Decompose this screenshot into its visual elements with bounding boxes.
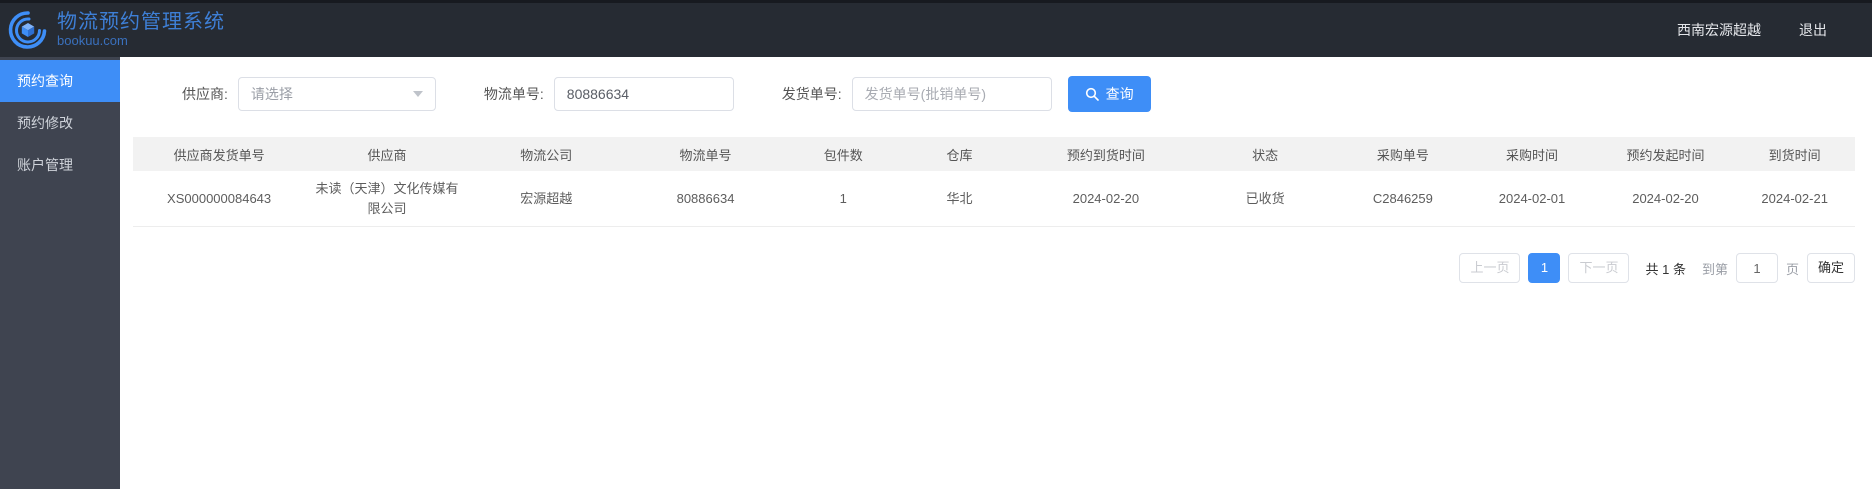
shipment-no-label: 发货单号: [781, 86, 842, 102]
table-cell: XS000000084643 [133, 171, 306, 227]
chevron-down-icon [412, 91, 423, 97]
sidebar: 预约查询 预约修改 账户管理 [0, 57, 120, 489]
logistics-no-input[interactable] [553, 77, 734, 111]
table-cell: 宏源超越 [468, 171, 624, 227]
header-cell: 采购单号 [1338, 137, 1468, 171]
pagination-page-1[interactable]: 1 [1528, 253, 1561, 283]
header-cell: 到货时间 [1734, 137, 1855, 171]
sidebar-item-reservation-query[interactable]: 预约查询 [0, 60, 120, 102]
table-cell: 80886634 [623, 171, 788, 227]
sidebar-item-reservation-modify[interactable]: 预约修改 [0, 102, 120, 144]
table-row: XS000000084643 未读（天津）文化传媒有限公司 宏源超越 80886… [133, 171, 1855, 227]
table-header-row: 供应商发货单号 供应商 物流公司 物流单号 包件数 仓库 预约到货时间 状态 采… [133, 137, 1855, 171]
app-subtitle: bookuu.com [57, 33, 128, 49]
header-right: 西南宏源超越 退出 [1677, 20, 1827, 40]
table-cell: 未读（天津）文化传媒有限公司 [305, 171, 469, 227]
table-cell: 华北 [899, 171, 1020, 227]
header-cell: 预约到货时间 [1019, 137, 1192, 171]
logout-button[interactable]: 退出 [1799, 20, 1827, 40]
table-cell: 已收货 [1191, 171, 1339, 227]
main-content: 供应商: 请选择 物流单号: 发货单号: 查询 供应商发货 [120, 57, 1872, 489]
brand: 物流预约管理系统 bookuu.com [8, 10, 225, 50]
app-title: 物流预约管理系统 [57, 11, 225, 34]
goto-suffix-label: 页 [1785, 261, 1799, 277]
shipment-no-input[interactable] [851, 77, 1052, 111]
goto-prefix-label: 到第 [1701, 261, 1728, 277]
goto-page-input[interactable] [1735, 253, 1778, 283]
table-cell: 1 [787, 171, 900, 227]
app-header: 物流预约管理系统 bookuu.com 西南宏源超越 退出 [0, 3, 1872, 57]
header-cell: 采购时间 [1467, 137, 1597, 171]
table-cell: 2024-02-01 [1467, 171, 1597, 227]
search-button[interactable]: 查询 [1067, 76, 1151, 112]
pagination-prev-button[interactable]: 上一页 [1459, 253, 1521, 283]
header-cell: 物流单号 [623, 137, 788, 171]
goto-confirm-button[interactable]: 确定 [1806, 253, 1855, 283]
pagination-next-button[interactable]: 下一页 [1568, 253, 1630, 283]
sidebar-item-account-management[interactable]: 账户管理 [0, 144, 120, 186]
table-cell: 2024-02-20 [1596, 171, 1735, 227]
header-cell: 仓库 [899, 137, 1020, 171]
supplier-select-value: 请选择 [250, 86, 293, 102]
table-cell: 2024-02-20 [1019, 171, 1192, 227]
table-cell: 2024-02-21 [1734, 171, 1855, 227]
search-button-label: 查询 [1105, 86, 1134, 102]
header-cell: 供应商发货单号 [133, 137, 306, 171]
header-cell: 物流公司 [468, 137, 624, 171]
header-cell: 预约发起时间 [1596, 137, 1735, 171]
header-cell: 供应商 [305, 137, 469, 171]
supplier-label: 供应商: [182, 86, 228, 102]
header-cell: 包件数 [787, 137, 900, 171]
user-name[interactable]: 西南宏源超越 [1677, 20, 1761, 40]
pagination: 上一页 1 下一页 共 1 条 到第 页 确定 [120, 253, 1855, 283]
logistics-no-label: 物流单号: [483, 86, 544, 102]
logo-icon [8, 11, 47, 49]
header-cell: 状态 [1191, 137, 1339, 171]
brand-text: 物流预约管理系统 bookuu.com [57, 11, 225, 49]
results-table-wrap: 供应商发货单号 供应商 物流公司 物流单号 包件数 仓库 预约到货时间 状态 采… [133, 137, 1855, 227]
results-table: 供应商发货单号 供应商 物流公司 物流单号 包件数 仓库 预约到货时间 状态 采… [133, 137, 1855, 227]
table-cell: C2846259 [1338, 171, 1468, 227]
filter-bar: 供应商: 请选择 物流单号: 发货单号: 查询 [120, 57, 1872, 112]
search-icon [1085, 87, 1099, 101]
pagination-total: 共 1 条 [1645, 261, 1686, 277]
supplier-select[interactable]: 请选择 [237, 77, 436, 111]
